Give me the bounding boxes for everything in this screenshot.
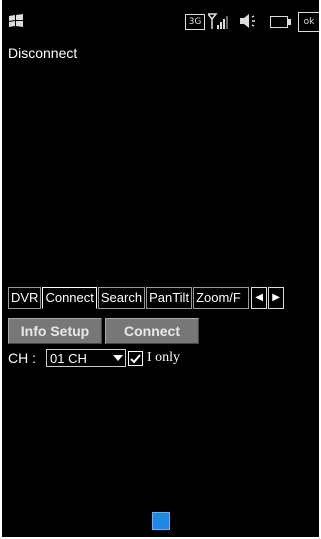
chevron-down-icon: [113, 355, 123, 361]
channel-row: CH : 01 CH I only: [8, 349, 180, 367]
status-bar: 3G ok: [2, 0, 319, 40]
checkmark-icon: [130, 353, 141, 363]
tab-search[interactable]: Search: [97, 287, 146, 309]
tab-connect[interactable]: Connect: [42, 287, 97, 309]
channel-select[interactable]: 01 CH: [46, 349, 126, 367]
i-only-label: I only: [147, 350, 181, 365]
tab-bar: DVR Connect Search PanTilt Zoom/F ◀ ▶: [8, 287, 318, 309]
tab-pantilt[interactable]: PanTilt: [146, 287, 193, 309]
ok-button[interactable]: ok: [298, 12, 319, 32]
connection-status-text: Disconnect: [8, 45, 78, 61]
tab-scroll-left-icon[interactable]: ◀: [251, 287, 268, 309]
tab-scroll-right-icon[interactable]: ▶: [268, 287, 285, 309]
connect-button[interactable]: Connect: [105, 318, 199, 344]
keyboard-icon[interactable]: [152, 512, 170, 530]
phone-screen: 3G ok Disconnect DVR Connect Search PanT…: [2, 0, 319, 537]
tab-zoom-focus[interactable]: Zoom/F: [193, 287, 250, 309]
channel-label: CH :: [8, 350, 36, 366]
windows-logo-icon[interactable]: [8, 14, 24, 28]
channel-select-value: 01 CH: [50, 351, 87, 366]
battery-icon: [270, 16, 291, 28]
info-setup-button[interactable]: Info Setup: [8, 318, 102, 344]
action-button-row: Info Setup Connect: [8, 318, 199, 344]
signal-icon: [206, 12, 230, 30]
network-3g-icon: 3G: [185, 14, 205, 30]
i-only-checkbox[interactable]: [128, 350, 143, 366]
tab-dvr[interactable]: DVR: [8, 287, 42, 309]
volume-icon: [238, 13, 260, 29]
